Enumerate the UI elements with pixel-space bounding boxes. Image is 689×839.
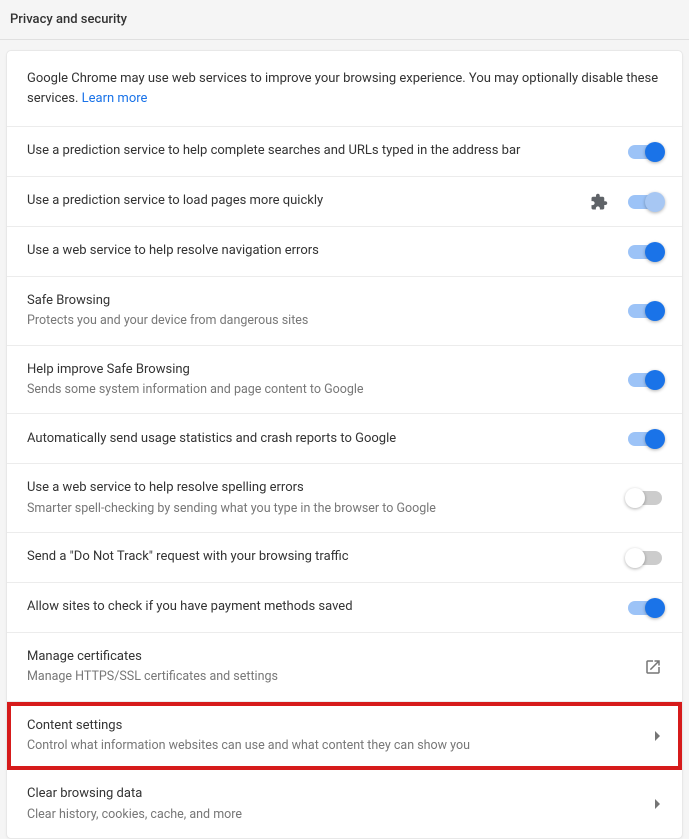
toggle-switch[interactable] (628, 601, 662, 615)
row-subtitle: Manage HTTPS/SSL certificates and settin… (27, 668, 628, 686)
toggle-switch[interactable] (628, 145, 662, 159)
row-text: Use a web service to help resolve naviga… (27, 242, 628, 260)
row-text: Manage certificates Manage HTTPS/SSL cert… (27, 648, 644, 686)
row-subtitle: Control what information websites can us… (27, 737, 639, 755)
row-title: Automatically send usage statistics and … (27, 430, 612, 448)
learn-more-link[interactable]: Learn more (82, 91, 148, 106)
row-title: Allow sites to check if you have payment… (27, 598, 612, 616)
row-title: Content settings (27, 717, 639, 735)
toggle-switch[interactable] (628, 373, 662, 387)
row-controls (655, 799, 662, 809)
open-external-icon (644, 658, 662, 676)
toggle-switch[interactable] (628, 432, 662, 446)
row-text: Help improve Safe Browsing Sends some sys… (27, 361, 628, 399)
row-text: Allow sites to check if you have payment… (27, 598, 628, 616)
settings-row: Safe Browsing Protects you and your devic… (7, 277, 682, 346)
settings-row[interactable]: Clear browsing data Clear history, cookie… (7, 770, 682, 838)
toggle-switch[interactable] (628, 245, 662, 259)
row-subtitle: Sends some system information and page c… (27, 381, 612, 399)
row-title: Use a web service to help resolve spelli… (27, 479, 612, 497)
row-title: Use a prediction service to help complet… (27, 142, 612, 160)
intro-text: Google Chrome may use web services to im… (7, 51, 682, 127)
chevron-right-icon (655, 731, 660, 741)
row-controls (655, 731, 662, 741)
row-controls (628, 245, 662, 259)
settings-row: Use a prediction service to help complet… (7, 127, 682, 177)
row-text: Use a prediction service to help complet… (27, 142, 628, 160)
row-text: Use a web service to help resolve spelli… (27, 479, 628, 517)
toggle-switch[interactable] (628, 195, 662, 209)
extension-icon (590, 193, 608, 211)
row-title: Help improve Safe Browsing (27, 361, 612, 379)
settings-row: Help improve Safe Browsing Sends some sys… (7, 346, 682, 415)
row-controls (628, 432, 662, 446)
row-controls (628, 304, 662, 318)
settings-row: Use a web service to help resolve naviga… (7, 227, 682, 277)
row-controls (628, 551, 662, 565)
row-title: Send a "Do Not Track" request with your … (27, 548, 612, 566)
settings-row: Send a "Do Not Track" request with your … (7, 533, 682, 583)
row-controls (628, 601, 662, 615)
row-subtitle: Clear history, cookies, cache, and more (27, 806, 639, 824)
row-text: Send a "Do Not Track" request with your … (27, 548, 628, 566)
page-title: Privacy and security (0, 0, 689, 40)
settings-row: Use a prediction service to load pages m… (7, 177, 682, 227)
row-subtitle: Protects you and your device from danger… (27, 312, 612, 330)
chevron-right-icon (655, 799, 660, 809)
row-title: Manage certificates (27, 648, 628, 666)
row-controls (628, 373, 662, 387)
row-title: Safe Browsing (27, 292, 612, 310)
row-controls (644, 658, 662, 676)
settings-row[interactable]: Manage certificates Manage HTTPS/SSL cert… (7, 633, 682, 702)
row-text: Use a prediction service to load pages m… (27, 192, 590, 210)
settings-card: Google Chrome may use web services to im… (6, 50, 683, 839)
toggle-switch[interactable] (628, 491, 662, 505)
settings-row[interactable]: Content settings Control what information… (7, 702, 682, 771)
row-text: Clear browsing data Clear history, cookie… (27, 785, 655, 823)
row-text: Safe Browsing Protects you and your devic… (27, 292, 628, 330)
row-controls (590, 193, 662, 211)
row-text: Content settings Control what information… (27, 717, 655, 755)
row-subtitle: Smarter spell-checking by sending what y… (27, 500, 612, 518)
row-controls (628, 491, 662, 505)
settings-row: Use a web service to help resolve spelli… (7, 464, 682, 533)
settings-row: Allow sites to check if you have payment… (7, 583, 682, 633)
settings-row: Automatically send usage statistics and … (7, 414, 682, 464)
row-controls (628, 145, 662, 159)
row-title: Use a web service to help resolve naviga… (27, 242, 612, 260)
row-title: Use a prediction service to load pages m… (27, 192, 574, 210)
toggle-switch[interactable] (628, 551, 662, 565)
toggle-switch[interactable] (628, 304, 662, 318)
row-text: Automatically send usage statistics and … (27, 430, 628, 448)
row-title: Clear browsing data (27, 785, 639, 803)
